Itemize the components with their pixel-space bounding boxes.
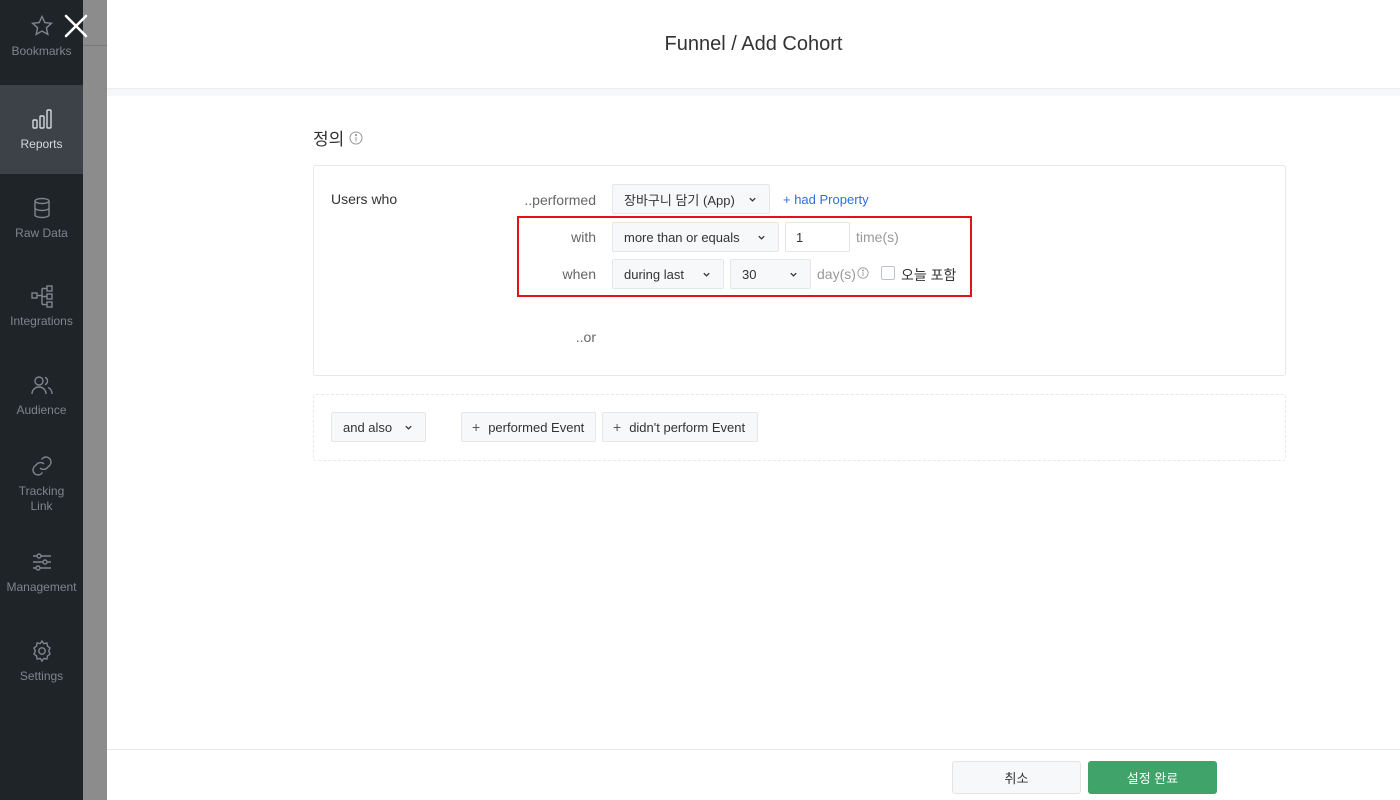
event-select-value: 장바구니 담기 (App)	[624, 192, 735, 208]
sidebar-item-audience[interactable]: Audience	[0, 373, 83, 423]
had-property-link[interactable]: + had Property	[783, 192, 869, 207]
sidebar-item-label: Raw Data	[15, 226, 68, 240]
sliders-icon	[32, 553, 51, 571]
sidebar-item-label: Integrations	[10, 314, 73, 328]
sidebar-item-raw-data[interactable]: Raw Data	[0, 196, 83, 246]
and-also-select[interactable]: and also	[331, 412, 426, 442]
bar-chart-icon	[31, 109, 52, 129]
sidebar-item-label: Management	[6, 580, 77, 594]
and-also-box	[313, 394, 1286, 461]
link-icon	[31, 456, 52, 476]
backdrop-divider	[83, 45, 107, 46]
close-icon	[64, 14, 88, 38]
sidebar: Bookmarks Reports Raw Data Integrations …	[0, 0, 83, 800]
and-also-select-value: and also	[343, 419, 393, 435]
sidebar-item-reports[interactable]: Reports	[0, 85, 83, 174]
sidebar-item-label: Audience	[16, 403, 67, 417]
performed-event-label: performed Event	[488, 419, 585, 435]
sidebar-item-label: Reports	[20, 137, 63, 151]
event-select[interactable]: 장바구니 담기 (App)	[612, 184, 770, 214]
plus-icon: +	[613, 419, 622, 435]
section-title-text: 정의	[313, 130, 345, 149]
add-cohort-modal: Funnel / Add Cohort 정의 Users who ..perfo…	[107, 0, 1400, 800]
highlight-box	[517, 216, 972, 297]
didnt-perform-event-button[interactable]: + didn't perform Event	[602, 412, 758, 442]
sidebar-item-label: Tracking Link	[18, 484, 65, 513]
sidebar-item-management[interactable]: Management	[0, 550, 83, 600]
star-icon	[30, 14, 53, 36]
or-label: ..or	[575, 329, 596, 345]
sidebar-item-settings[interactable]: Settings	[0, 639, 83, 689]
performed-label: ..performed	[524, 192, 596, 208]
cancel-button[interactable]: 취소	[952, 761, 1081, 794]
section-title: 정의	[313, 125, 363, 150]
modal-backdrop	[83, 0, 107, 800]
modal-title: Funnel / Add Cohort	[664, 32, 843, 55]
sidebar-item-label: Bookmarks	[11, 44, 72, 58]
info-icon[interactable]	[349, 131, 363, 145]
sidebar-item-tracking-link[interactable]: Tracking Link	[0, 454, 83, 520]
header-divider	[107, 89, 1400, 96]
sidebar-item-integrations[interactable]: Integrations	[0, 284, 83, 334]
plus-icon: +	[472, 419, 481, 435]
modal-footer: 취소 설정 완료	[107, 749, 1400, 800]
network-icon	[30, 285, 53, 308]
gear-icon	[32, 639, 51, 663]
close-button[interactable]	[60, 10, 92, 42]
users-icon	[30, 376, 53, 395]
didnt-perform-event-label: didn't perform Event	[629, 419, 746, 435]
database-icon	[33, 197, 50, 219]
chevron-down-icon	[405, 425, 412, 430]
performed-event-button[interactable]: + performed Event	[461, 412, 596, 442]
confirm-button[interactable]: 설정 완료	[1088, 761, 1217, 794]
users-who-label: Users who	[331, 191, 398, 207]
chevron-down-icon	[749, 197, 756, 202]
sidebar-item-label: Settings	[19, 669, 64, 683]
modal-header: Funnel / Add Cohort	[107, 0, 1400, 89]
